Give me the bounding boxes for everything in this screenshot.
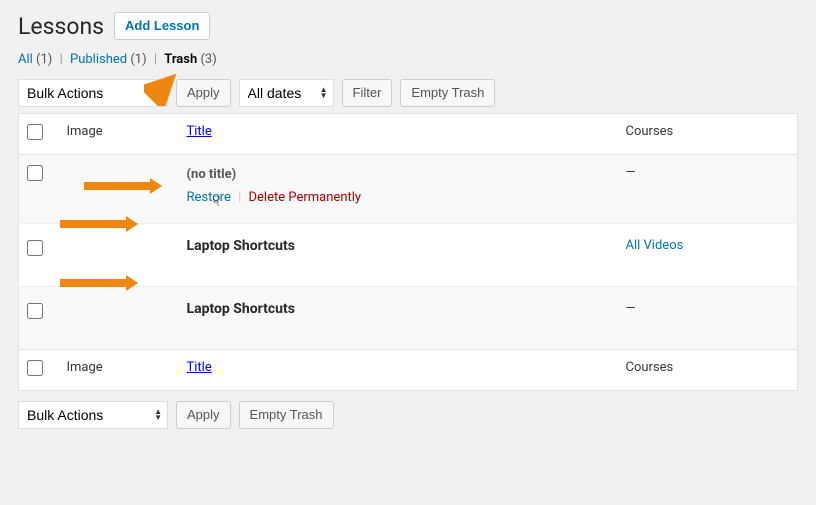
row-courses: — — [618, 155, 798, 224]
row-checkbox[interactable] — [27, 240, 43, 256]
filter-trash[interactable]: Trash — [164, 52, 197, 67]
filter-published[interactable]: Published — [70, 52, 127, 67]
bulk-actions-select-bottom[interactable]: Bulk Actions — [18, 401, 168, 429]
col-courses-footer: Courses — [618, 350, 798, 391]
row-title: Laptop Shortcuts — [187, 238, 295, 254]
row-courses-link[interactable]: All Videos — [626, 238, 684, 253]
col-title-header[interactable]: Title — [187, 124, 212, 139]
add-lesson-button[interactable]: Add Lesson — [114, 12, 210, 40]
row-actions: Restore | Delete Permanently — [187, 190, 610, 205]
table-row: Laptop Shortcuts — — [19, 287, 798, 350]
delete-permanently-link[interactable]: Delete Permanently — [249, 190, 362, 205]
filter-all-count: (1) — [36, 52, 52, 67]
row-checkbox[interactable] — [27, 165, 43, 181]
filter-trash-count: (3) — [200, 52, 216, 67]
lessons-table: Image Title Courses (no title) Restore |… — [18, 113, 798, 391]
table-row: (no title) Restore | Delete Permanently … — [19, 155, 798, 224]
filter-all[interactable]: All — [18, 52, 33, 67]
page-title: Lessons — [18, 13, 104, 40]
bulk-actions-select-top[interactable]: Bulk Actions — [18, 79, 168, 107]
row-title: (no title) — [187, 167, 237, 182]
row-courses: — — [618, 287, 798, 350]
select-all-top[interactable] — [27, 124, 43, 140]
col-courses-header: Courses — [618, 114, 798, 155]
table-row: Laptop Shortcuts All Videos — [19, 224, 798, 287]
filter-published-count: (1) — [130, 52, 146, 67]
col-title-footer[interactable]: Title — [187, 360, 212, 375]
filter-button[interactable]: Filter — [342, 79, 393, 107]
empty-trash-button-bottom[interactable]: Empty Trash — [239, 401, 334, 429]
date-filter-select[interactable]: All dates — [239, 79, 334, 107]
col-image-footer: Image — [59, 350, 179, 391]
apply-button-bottom[interactable]: Apply — [176, 401, 231, 429]
col-image-header: Image — [59, 114, 179, 155]
apply-button-top[interactable]: Apply — [176, 79, 231, 107]
row-checkbox[interactable] — [27, 303, 43, 319]
row-title: Laptop Shortcuts — [187, 301, 295, 317]
restore-link[interactable]: Restore — [187, 190, 231, 205]
select-all-bottom[interactable] — [27, 360, 43, 376]
empty-trash-button-top[interactable]: Empty Trash — [400, 79, 495, 107]
status-filters: All (1) | Published (1) | Trash (3) — [18, 52, 798, 67]
